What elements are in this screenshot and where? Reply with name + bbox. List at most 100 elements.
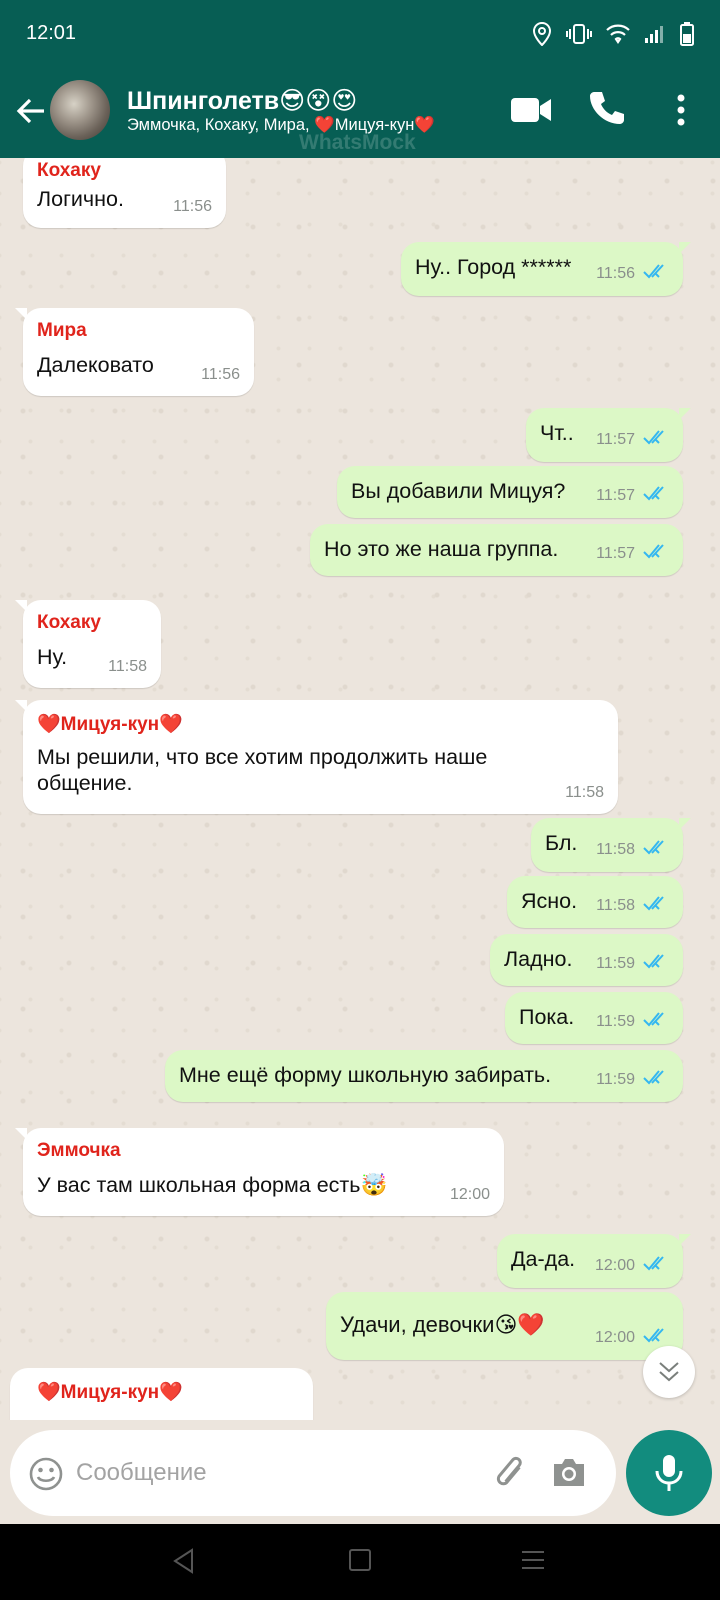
message-time: 11:59	[596, 1070, 635, 1088]
emoji-icon[interactable]	[28, 1456, 64, 1497]
system-nav-bar	[0, 1524, 720, 1600]
message-meta: 11:58	[596, 839, 669, 860]
message-outgoing[interactable]: Чт.. 11:57	[526, 408, 691, 462]
message-text: Далековато	[37, 353, 154, 377]
message-meta: 11:57	[596, 543, 669, 564]
double-check-icon	[643, 543, 669, 564]
bubble-tail	[679, 1234, 691, 1246]
message-time: 11:58	[108, 658, 147, 675]
message-text: Ладно.	[504, 947, 573, 971]
more-options-icon[interactable]	[676, 94, 686, 131]
message-time: 12:00	[449, 1186, 490, 1203]
composer-bar	[0, 1420, 720, 1524]
bubble-tail	[15, 600, 27, 612]
message-time: 12:00	[594, 1256, 635, 1274]
message-time: 11:59	[596, 954, 635, 972]
message-outgoing[interactable]: Ладно. 11:59	[490, 934, 683, 986]
message-text: Бл.	[545, 831, 578, 855]
nav-recents-icon[interactable]	[520, 1548, 546, 1577]
paperclip-icon[interactable]	[492, 1454, 532, 1499]
message-time: 11:57	[596, 430, 635, 448]
message-meta: 11:58	[596, 895, 669, 916]
phone-icon[interactable]	[588, 90, 624, 133]
message-incoming[interactable]: Мира Далековато 11:56	[15, 308, 254, 396]
message-outgoing[interactable]: Мне ещё форму школьную забирать. 11:59	[165, 1050, 683, 1102]
video-call-icon[interactable]	[510, 94, 552, 131]
watermark: WhatsMock	[299, 131, 416, 154]
bubble-tail	[15, 700, 27, 712]
message-incoming[interactable]: Кохаку Логично. 11:56	[23, 158, 226, 228]
message-incoming[interactable]: Эммочка У вас там школьная форма есть🤯 1…	[15, 1128, 504, 1216]
scroll-to-bottom-button[interactable]	[643, 1346, 695, 1398]
message-time: 11:58	[596, 840, 635, 858]
back-arrow-icon[interactable]	[14, 94, 48, 128]
double-check-icon	[643, 1069, 669, 1090]
double-check-icon	[643, 429, 669, 450]
message-outgoing[interactable]: Но это же наша группа. 11:57	[310, 524, 683, 576]
message-time: 11:56	[596, 264, 635, 282]
message-text: У вас там школьная форма есть🤯	[37, 1173, 388, 1197]
group-avatar[interactable]	[50, 80, 110, 140]
message-time: 12:00	[594, 1328, 635, 1346]
message-outgoing[interactable]: Да-да. 12:00	[497, 1234, 691, 1288]
bubble-tail	[679, 242, 691, 254]
message-incoming[interactable]: ❤️Мицуя-кун❤️ Мы решили, что все хотим п…	[15, 700, 618, 814]
double-check-icon	[643, 839, 669, 860]
message-sender: ❤️Мицуя-кун❤️	[37, 714, 183, 735]
message-outgoing[interactable]: Удачи, девочки😘❤️ 12:00	[326, 1292, 683, 1360]
message-meta: 11:56	[596, 263, 669, 284]
message-meta: 11:57	[596, 429, 669, 450]
double-check-icon	[643, 1011, 669, 1032]
message-outgoing[interactable]: Ну.. Город ****** 11:56	[401, 242, 691, 296]
message-incoming[interactable]: ❤️Мицуя-кун❤️	[10, 1368, 313, 1420]
message-time: 11:56	[201, 366, 240, 383]
message-outgoing[interactable]: Вы добавили Мицуя? 11:57	[337, 466, 683, 518]
message-sender: Кохаку	[37, 160, 101, 181]
message-outgoing[interactable]: Пока. 11:59	[505, 992, 683, 1044]
message-text-line: общение.	[37, 771, 133, 795]
nav-home-icon[interactable]	[348, 1548, 372, 1577]
message-time: 11:59	[596, 1012, 635, 1030]
battery-icon	[680, 22, 694, 51]
message-sender: Эммочка	[37, 1140, 121, 1161]
message-text: Да-да.	[511, 1247, 576, 1271]
bubble-tail	[679, 818, 691, 830]
chat-header: Шпинголетв😎😵😍 Эммочка, Кохаку, Мира, ❤️М…	[0, 70, 720, 158]
group-title[interactable]: Шпинголетв😎😵😍	[127, 86, 357, 116]
message-time: 11:57	[596, 486, 635, 504]
message-meta: 11:56	[201, 366, 240, 384]
message-time: 11:57	[596, 544, 635, 562]
double-check-icon	[643, 953, 669, 974]
message-sender: Мира	[37, 320, 87, 341]
message-meta: 11:59	[596, 1069, 669, 1090]
chat-area[interactable]: Кохаку Логично. 11:56 Ну.. Город ****** …	[0, 158, 720, 1420]
message-input-container[interactable]	[10, 1430, 616, 1516]
chevrons-down-icon	[657, 1359, 681, 1390]
nav-back-icon[interactable]	[172, 1548, 196, 1579]
message-sender: Кохаку	[37, 612, 101, 633]
message-text: Пока.	[519, 1005, 575, 1029]
message-meta: 11:59	[596, 1011, 669, 1032]
mic-button[interactable]	[626, 1430, 712, 1516]
double-check-icon	[643, 485, 669, 506]
message-text: Удачи, девочки😘❤️	[340, 1312, 545, 1337]
message-text-line: Мы решили, что все хотим продолжить наше	[37, 745, 488, 769]
signal-icon	[644, 24, 666, 49]
double-check-icon	[643, 1327, 669, 1348]
message-meta: 12:00	[595, 1327, 669, 1348]
message-meta: 11:58	[565, 784, 604, 802]
message-text: Чт..	[540, 421, 574, 445]
message-text: Ну.. Город ******	[415, 255, 572, 279]
message-meta: 12:00	[450, 1186, 490, 1204]
message-outgoing[interactable]: Бл. 11:58	[531, 818, 691, 872]
message-text: Мне ещё форму школьную забирать.	[179, 1063, 552, 1087]
message-input[interactable]	[76, 1452, 476, 1494]
status-bar: 12:01	[0, 0, 720, 70]
wifi-icon	[606, 24, 630, 49]
message-meta: 11:59	[596, 953, 669, 974]
message-outgoing[interactable]: Ясно. 11:58	[507, 876, 683, 928]
camera-icon[interactable]	[550, 1456, 588, 1495]
message-incoming[interactable]: Кохаку Ну. 11:58	[15, 600, 161, 688]
bubble-tail	[15, 308, 27, 320]
message-meta: 11:57	[596, 485, 669, 506]
